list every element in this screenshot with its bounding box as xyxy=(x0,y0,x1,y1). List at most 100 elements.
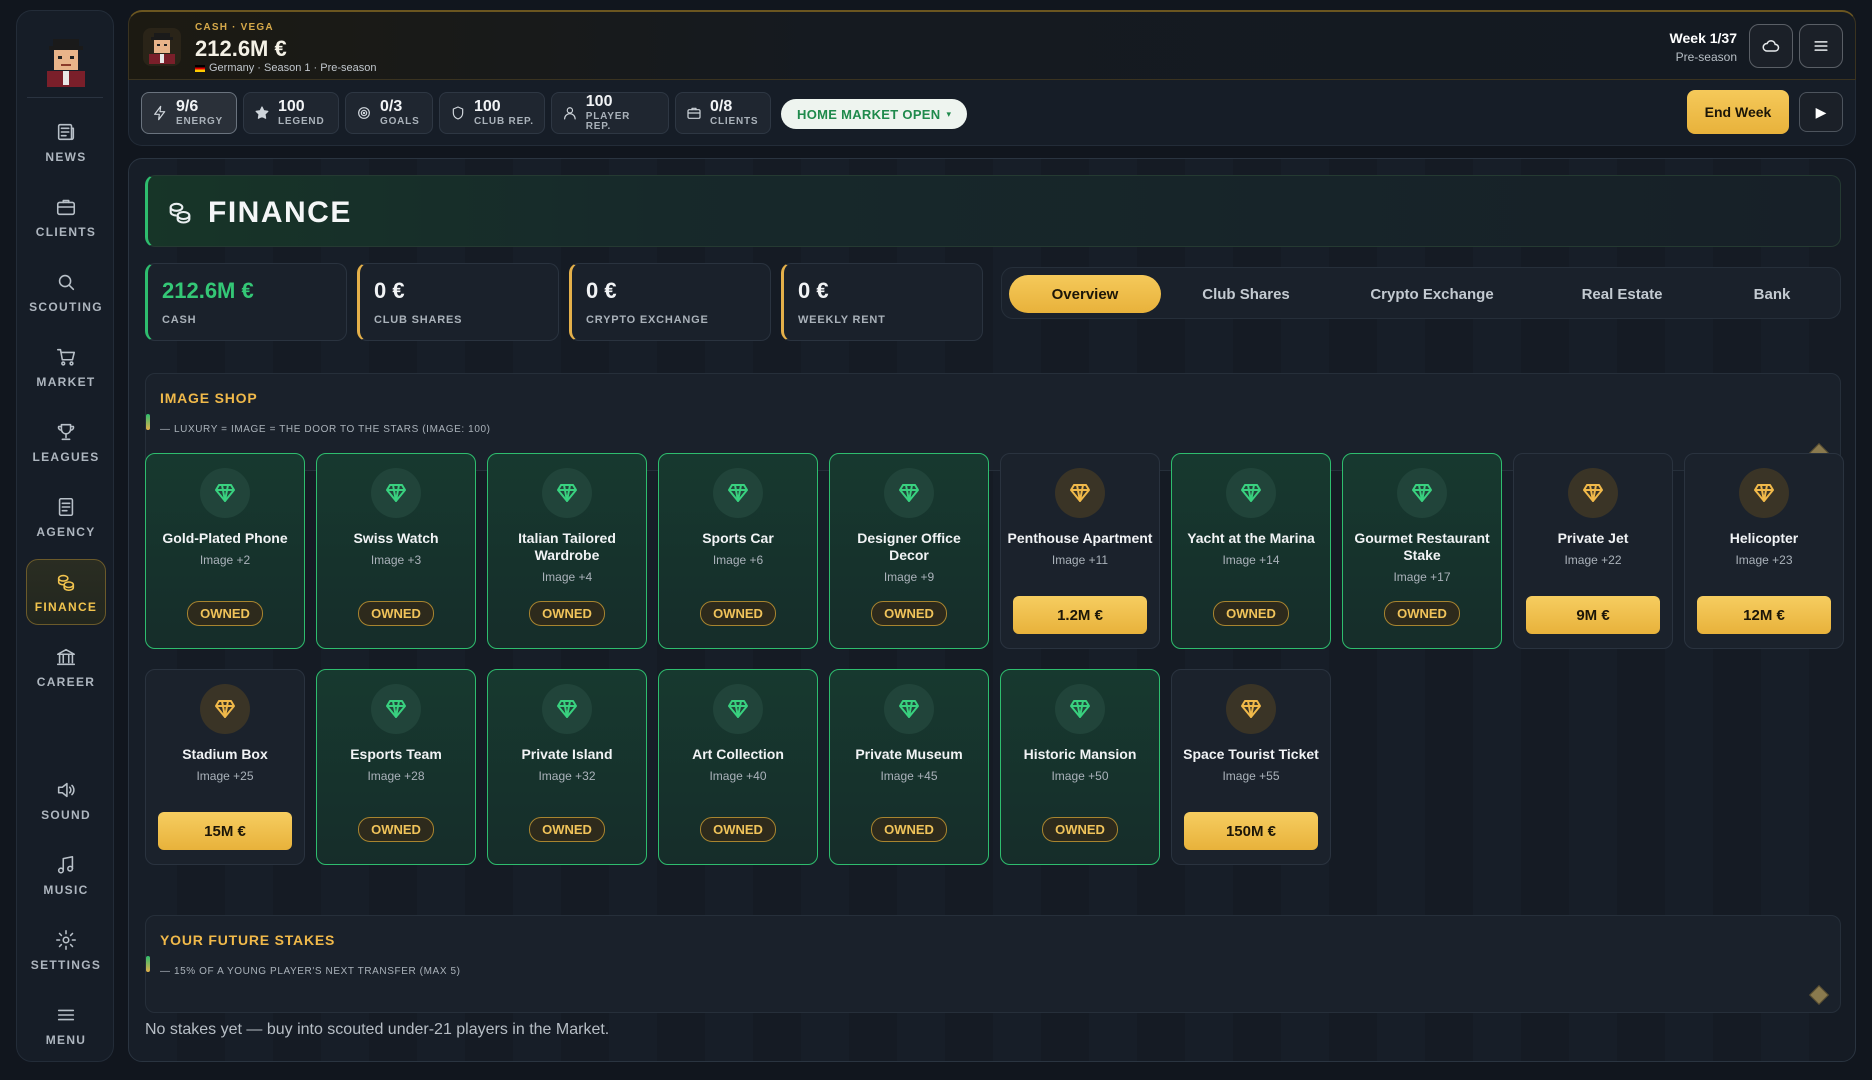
shop-item-card[interactable]: Designer Office Decor Image +9 OWNED xyxy=(829,453,989,649)
sidebar-item-finance[interactable]: FINANCE xyxy=(26,559,106,625)
header-subtitle: Germany · Season 1 · Pre-season xyxy=(195,62,377,74)
item-name: Gold-Plated Phone xyxy=(162,530,288,546)
kpi-value: 0 € xyxy=(798,278,829,303)
cloud-save-button[interactable] xyxy=(1749,24,1793,68)
item-image-bonus: Image +11 xyxy=(1051,553,1109,567)
coins-icon xyxy=(54,570,78,594)
tab-crypto-exchange[interactable]: Crypto Exchange xyxy=(1332,275,1532,313)
play-button[interactable]: ▶ xyxy=(1799,92,1843,132)
cash-amount: 212.6M € xyxy=(195,36,287,61)
section-subtitle: — LUXURY = IMAGE = THE DOOR TO THE STARS… xyxy=(160,424,491,435)
shop-item-card[interactable]: Gold-Plated Phone Image +2 OWNED xyxy=(145,453,305,649)
briefcase-icon xyxy=(54,195,78,219)
lightning-icon xyxy=(154,105,166,121)
sidebar-item-clients[interactable]: CLIENTS xyxy=(26,184,106,250)
shop-item-card[interactable]: Gourmet Restaurant Stake Image +17 OWNED xyxy=(1342,453,1502,649)
cart-icon xyxy=(54,345,78,369)
stat-value: 0/8 xyxy=(710,98,733,115)
buy-button[interactable]: 15M € xyxy=(158,812,292,850)
sidebar-item-scouting[interactable]: SCOUTING xyxy=(26,259,106,325)
cloud-icon xyxy=(1762,40,1780,52)
sidebar-item-label: SOUND xyxy=(41,808,91,822)
item-name: Italian Tailored Wardrobe xyxy=(518,530,616,563)
sidebar-item-market[interactable]: MARKET xyxy=(26,334,106,400)
header-menu-button[interactable] xyxy=(1799,24,1843,68)
gear-icon xyxy=(54,928,78,952)
section-accent-bar xyxy=(146,414,150,430)
sidebar-item-sound[interactable]: SOUND xyxy=(26,767,106,833)
owned-badge: OWNED xyxy=(1042,817,1118,842)
item-name: Yacht at the Marina xyxy=(1187,530,1315,546)
manager-avatar[interactable] xyxy=(37,33,95,91)
stat-energy[interactable]: 9/6 ENERGY xyxy=(141,92,237,134)
market-status-dropdown[interactable]: HOME MARKET OPEN ▾ xyxy=(781,99,968,129)
tab-real-estate[interactable]: Real Estate xyxy=(1542,275,1702,313)
buy-button[interactable]: 1.2M € xyxy=(1013,596,1147,634)
shop-item-card[interactable]: Private Jet Image +22 9M € xyxy=(1513,453,1673,649)
item-image-bonus: Image +3 xyxy=(370,553,422,567)
end-week-button[interactable]: End Week xyxy=(1687,90,1789,134)
item-image-bonus: Image +45 xyxy=(880,769,938,783)
shop-item-card[interactable]: Esports Team Image +28 OWNED xyxy=(316,669,476,865)
diamond-icon xyxy=(1226,684,1276,734)
item-name: Art Collection xyxy=(692,746,784,762)
stat-clients[interactable]: 0/8 CLIENTS xyxy=(675,92,771,134)
kpi-club-shares: 0 € CLUB SHARES xyxy=(357,263,559,341)
shop-item-card[interactable]: Penthouse Apartment Image +11 1.2M € xyxy=(1000,453,1160,649)
item-image-bonus: Image +22 xyxy=(1564,553,1622,567)
music-note-icon xyxy=(54,853,78,877)
sidebar-item-menu[interactable]: MENU xyxy=(26,992,106,1058)
hamburger-icon xyxy=(54,1003,78,1027)
tab-bank[interactable]: Bank xyxy=(1710,275,1834,313)
sidebar-item-leagues[interactable]: LEAGUES xyxy=(26,409,106,475)
sidebar-item-label: CLIENTS xyxy=(35,225,97,239)
future-stakes-header: YOUR FUTURE STAKES — 15% OF A YOUNG PLAY… xyxy=(145,915,1841,1013)
tab-overview[interactable]: Overview xyxy=(1009,275,1161,313)
sidebar-divider xyxy=(27,97,103,98)
sidebar-item-career[interactable]: CAREER xyxy=(26,634,106,700)
tab-club-shares[interactable]: Club Shares xyxy=(1168,275,1324,313)
stat-goals[interactable]: 0/3 GOALS xyxy=(345,92,433,134)
stat-value: 100 xyxy=(585,93,613,110)
shop-item-card[interactable]: Private Museum Image +45 OWNED xyxy=(829,669,989,865)
finance-panel: FINANCE 212.6M € CASH 0 € CLUB SHARES 0 … xyxy=(128,158,1856,1062)
stat-player-rep[interactable]: 100 PLAYER REP. xyxy=(551,92,669,134)
item-image-bonus: Image +50 xyxy=(1051,769,1109,783)
buy-button[interactable]: 9M € xyxy=(1526,596,1660,634)
kpi-value: 212.6M € xyxy=(162,278,254,303)
stat-club-rep[interactable]: 100 CLUB REP. xyxy=(439,92,545,134)
item-name: Private Jet xyxy=(1557,530,1629,546)
sidebar-item-agency[interactable]: AGENCY xyxy=(26,484,106,550)
sidebar-item-music[interactable]: MUSIC xyxy=(26,842,106,908)
owned-badge: OWNED xyxy=(871,817,947,842)
shop-item-card[interactable]: Helicopter Image +23 12M € xyxy=(1684,453,1844,649)
stat-label: GOALS xyxy=(380,116,420,127)
owned-badge: OWNED xyxy=(700,817,776,842)
buy-button[interactable]: 12M € xyxy=(1697,596,1831,634)
shop-item-card[interactable]: Swiss Watch Image +3 OWNED xyxy=(316,453,476,649)
shop-item-card[interactable]: Yacht at the Marina Image +14 OWNED xyxy=(1171,453,1331,649)
owned-badge: OWNED xyxy=(358,601,434,626)
shop-item-card[interactable]: Italian Tailored Wardrobe Image +4 OWNED xyxy=(487,453,647,649)
shop-item-card[interactable]: Private Island Image +32 OWNED xyxy=(487,669,647,865)
item-image-bonus: Image +4 xyxy=(541,570,593,584)
shop-item-card[interactable]: Space Tourist Ticket Image +55 150M € xyxy=(1171,669,1331,865)
sidebar-item-news[interactable]: NEWS xyxy=(26,109,106,175)
owned-badge: OWNED xyxy=(1384,601,1460,626)
sidebar-item-settings[interactable]: SETTINGS xyxy=(26,917,106,983)
kpi-label: CASH xyxy=(162,314,197,326)
shop-item-card[interactable]: Art Collection Image +40 OWNED xyxy=(658,669,818,865)
diamond-icon xyxy=(1055,684,1105,734)
shop-item-card[interactable]: Sports Car Image +6 OWNED xyxy=(658,453,818,649)
sidebar-item-label: LEAGUES xyxy=(32,450,100,464)
stat-legend[interactable]: 100 LEGEND xyxy=(243,92,339,134)
shop-item-card[interactable]: Historic Mansion Image +50 OWNED xyxy=(1000,669,1160,865)
diamond-icon xyxy=(542,468,592,518)
item-image-bonus: Image +28 xyxy=(367,769,425,783)
sidebar: NEWS CLIENTS SCOUTING MARKET LEAGUES AGE… xyxy=(16,10,114,1062)
diamond-icon xyxy=(1226,468,1276,518)
market-status-label: HOME MARKET OPEN xyxy=(797,106,941,122)
buy-button[interactable]: 150M € xyxy=(1184,812,1318,850)
owned-badge: OWNED xyxy=(529,817,605,842)
shop-item-card[interactable]: Stadium Box Image +25 15M € xyxy=(145,669,305,865)
